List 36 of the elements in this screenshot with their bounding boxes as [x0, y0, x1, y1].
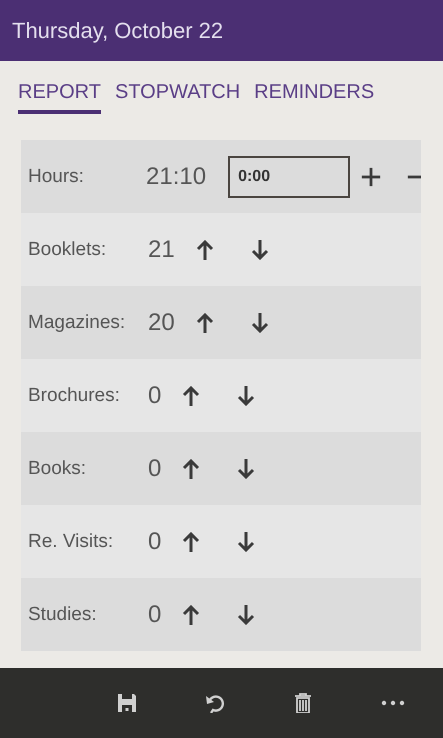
row-label: Re. Visits:: [28, 530, 114, 552]
count-value: 21: [148, 236, 175, 264]
undo-icon[interactable]: [205, 693, 225, 713]
down-arrow-icon[interactable]: [236, 530, 256, 552]
up-arrow-icon[interactable]: [181, 384, 202, 406]
down-arrow-icon[interactable]: [250, 238, 270, 260]
tab[interactable]: REPORT: [18, 81, 101, 114]
tab[interactable]: STOPWATCH: [114, 81, 240, 114]
tab[interactable]: REMINDERS: [254, 81, 374, 114]
count-value: 0: [148, 528, 162, 556]
up-arrow-icon[interactable]: [194, 238, 215, 260]
input-field[interactable]: 0:00: [228, 156, 350, 198]
up-arrow-icon[interactable]: [194, 312, 215, 334]
save-icon[interactable]: [117, 693, 137, 713]
date-title: Thursday, October 22: [12, 18, 224, 44]
count-value: 20: [148, 308, 175, 336]
row-label: Studies:: [28, 604, 98, 626]
row-label: Magazines:: [28, 312, 126, 334]
more-icon[interactable]: [381, 700, 405, 706]
down-arrow-icon[interactable]: [250, 312, 270, 334]
up-arrow-icon[interactable]: [181, 458, 202, 480]
delete-icon[interactable]: [293, 693, 313, 713]
down-arrow-icon[interactable]: [236, 458, 256, 480]
down-arrow-icon[interactable]: [236, 604, 256, 626]
row-label: Books:: [28, 458, 88, 480]
up-arrow-icon[interactable]: [181, 530, 202, 552]
count-value: 0: [148, 382, 162, 410]
count-value: 0: [148, 600, 162, 628]
hours-value: 21:10: [146, 162, 206, 190]
row-label: Brochures:: [28, 384, 121, 406]
count-value: 0: [148, 454, 162, 482]
row-label: Hours:: [28, 166, 85, 188]
up-arrow-icon[interactable]: [181, 604, 202, 626]
down-arrow-icon[interactable]: [236, 384, 256, 406]
plus-icon[interactable]: [360, 166, 382, 188]
row-label: Booklets:: [28, 238, 108, 260]
